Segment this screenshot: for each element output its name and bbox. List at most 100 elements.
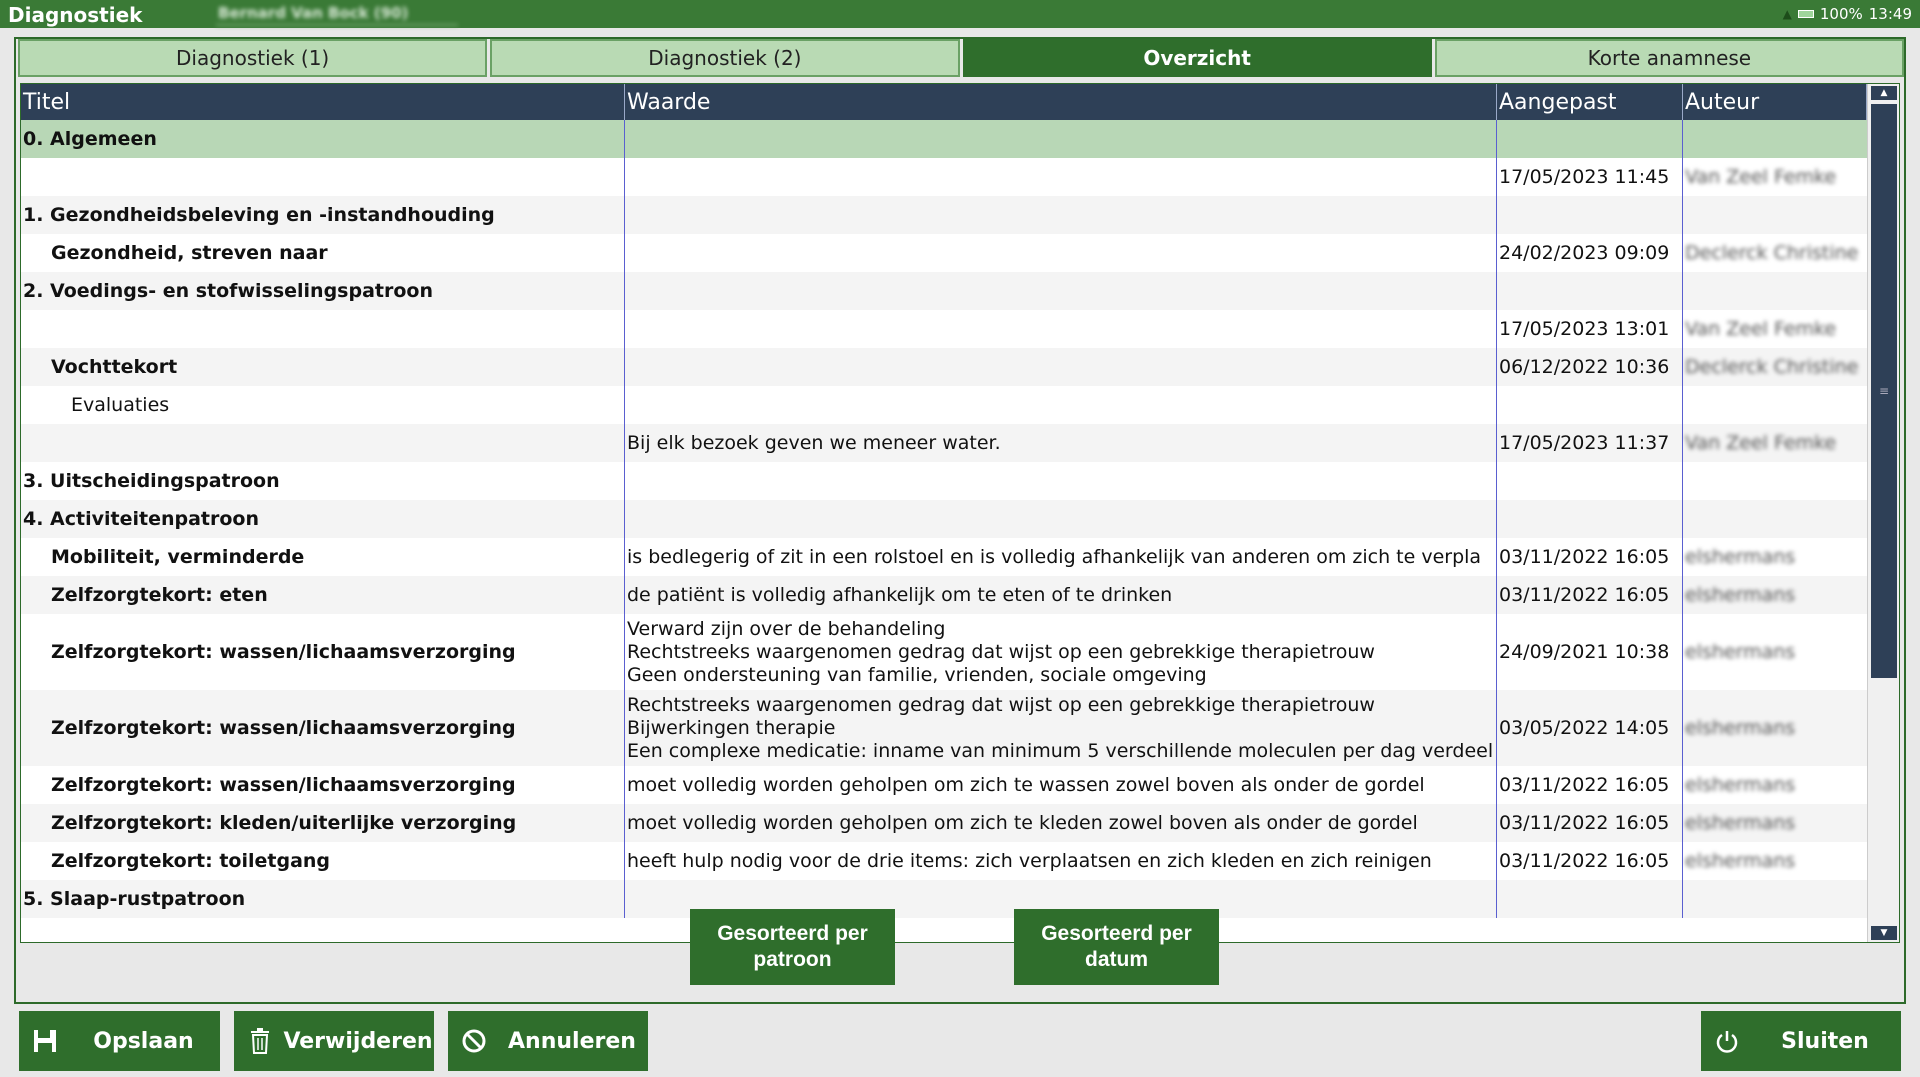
- cell-auteur: Van Zeel Femke: [1685, 318, 1837, 340]
- cell-auteur: elshermans: [1685, 812, 1796, 834]
- table-body: 0. Algemeen 17/05/2023 11:45 Van Zeel Fe…: [21, 120, 1867, 942]
- power-icon: [1705, 1028, 1749, 1054]
- cell-aangepast: 24/02/2023 09:09: [1497, 234, 1683, 272]
- cell-aangepast: [1497, 120, 1683, 158]
- sort-by-pattern-button[interactable]: Gesorteerd per patroon: [690, 909, 895, 985]
- tab-diagnostiek-1[interactable]: Diagnostiek (1): [18, 39, 488, 77]
- cell-waarde: [625, 120, 1497, 158]
- tab-overzicht[interactable]: Overzicht: [962, 39, 1432, 77]
- wifi-icon: ▲: [1782, 7, 1792, 21]
- scroll-down-icon[interactable]: ▼: [1871, 926, 1897, 940]
- table-row[interactable]: Vochttekort 06/12/2022 10:36 Declerck Ch…: [21, 348, 1867, 386]
- cell-auteur: [1683, 386, 1867, 424]
- scroll-thumb[interactable]: ≡: [1871, 104, 1897, 678]
- cell-aangepast: [1497, 196, 1683, 234]
- cell-waarde: [625, 462, 1497, 500]
- table-row[interactable]: Mobiliteit, verminderde is bedlegerig of…: [21, 538, 1867, 576]
- value-line: Geen ondersteuning van familie, vrienden…: [627, 663, 1207, 686]
- cell-auteur: elshermans: [1685, 546, 1796, 568]
- app-title: Diagnostiek: [8, 3, 143, 27]
- table-row[interactable]: 2. Voedings- en stofwisselingspatroon: [21, 272, 1867, 310]
- cell-auteur: elshermans: [1685, 774, 1796, 796]
- cell-titel: Zelfzorgtekort: kleden/uiterlijke verzor…: [21, 804, 625, 842]
- cell-titel: [21, 158, 625, 196]
- value-line: Een complexe medicatie: inname van minim…: [627, 739, 1494, 762]
- vertical-scrollbar[interactable]: ▲ ≡ ▼: [1867, 84, 1899, 942]
- table-row[interactable]: 17/05/2023 13:01 Van Zeel Femke: [21, 310, 1867, 348]
- cell-auteur: [1683, 120, 1867, 158]
- cell-auteur: Van Zeel Femke: [1685, 166, 1837, 188]
- cell-waarde: [625, 310, 1497, 348]
- title-bar: Diagnostiek Bernard Van Bock (90) ▲ 100%…: [0, 0, 1920, 28]
- patient-name[interactable]: Bernard Van Bock (90): [216, 4, 458, 26]
- tab-korte-anamnese[interactable]: Korte anamnese: [1434, 39, 1904, 77]
- main-panel: Diagnostiek (1) Diagnostiek (2) Overzich…: [14, 37, 1906, 1004]
- sort-pattern-line2: patroon: [753, 948, 832, 971]
- cell-titel: 4. Activiteitenpatroon: [21, 500, 625, 538]
- cell-titel: [21, 310, 625, 348]
- table-row[interactable]: Zelfzorgtekort: kleden/uiterlijke verzor…: [21, 804, 1867, 842]
- sort-by-date-button[interactable]: Gesorteerd per datum: [1014, 909, 1219, 985]
- cell-auteur: Declerck Christine: [1685, 356, 1859, 378]
- tab-diagnostiek-2[interactable]: Diagnostiek (2): [490, 39, 960, 77]
- cell-aangepast: [1497, 500, 1683, 538]
- value-line: Rechtstreeks waargenomen gedrag dat wijs…: [627, 693, 1375, 716]
- cell-waarde: moet volledig worden geholpen om zich te…: [625, 804, 1497, 842]
- sort-pattern-label: Gesorteerd per patroon: [717, 921, 868, 973]
- cell-aangepast: 17/05/2023 11:45: [1497, 158, 1683, 196]
- table-row[interactable]: 4. Activiteitenpatroon: [21, 500, 1867, 538]
- close-button[interactable]: Sluiten: [1701, 1011, 1901, 1071]
- scroll-up-icon[interactable]: ▲: [1871, 86, 1897, 100]
- cell-waarde: [625, 234, 1497, 272]
- cell-auteur: elshermans: [1685, 641, 1796, 663]
- table-row[interactable]: 5. Slaap-rustpatroon: [21, 880, 1867, 918]
- sort-date-line1: Gesorteerd per: [1041, 922, 1192, 945]
- cell-titel: Zelfzorgtekort: wassen/lichaamsverzorgin…: [21, 766, 625, 804]
- cell-aangepast: 24/09/2021 10:38: [1497, 614, 1683, 690]
- cell-titel: 0. Algemeen: [21, 120, 625, 158]
- cell-waarde: is bedlegerig of zit in een rolstoel en …: [625, 538, 1497, 576]
- trash-icon: [238, 1028, 282, 1054]
- table-row[interactable]: Evaluaties: [21, 386, 1867, 424]
- floppy-disk-icon: [23, 1028, 67, 1054]
- cancel-label: Annuleren: [508, 1028, 636, 1054]
- cell-waarde: Bij elk bezoek geven we meneer water.: [625, 424, 1497, 462]
- table-row[interactable]: Zelfzorgtekort: wassen/lichaamsverzorgin…: [21, 690, 1867, 766]
- column-header-aangepast[interactable]: Aangepast: [1497, 84, 1683, 120]
- battery-level: 100%: [1819, 5, 1863, 23]
- cell-aangepast: [1497, 462, 1683, 500]
- delete-button[interactable]: Verwijderen: [234, 1011, 434, 1071]
- table-row[interactable]: 1. Gezondheidsbeleving en -instandhoudin…: [21, 196, 1867, 234]
- cell-auteur: [1683, 500, 1867, 538]
- cell-auteur: [1683, 196, 1867, 234]
- cell-waarde: Rechtstreeks waargenomen gedrag dat wijs…: [625, 690, 1497, 766]
- table-row[interactable]: Zelfzorgtekort: eten de patiënt is volle…: [21, 576, 1867, 614]
- cell-aangepast: 03/05/2022 14:05: [1497, 690, 1683, 766]
- cell-auteur: elshermans: [1685, 717, 1796, 739]
- cell-titel: [21, 424, 625, 462]
- cancel-button[interactable]: Annuleren: [448, 1011, 648, 1071]
- table-row[interactable]: Zelfzorgtekort: wassen/lichaamsverzorgin…: [21, 614, 1867, 690]
- table-row[interactable]: Zelfzorgtekort: wassen/lichaamsverzorgin…: [21, 766, 1867, 804]
- cell-waarde: [625, 348, 1497, 386]
- table-row[interactable]: Gezondheid, streven naar 24/02/2023 09:0…: [21, 234, 1867, 272]
- cell-auteur: Van Zeel Femke: [1685, 432, 1837, 454]
- table-row[interactable]: 17/05/2023 11:45 Van Zeel Femke: [21, 158, 1867, 196]
- sort-date-line2: datum: [1085, 948, 1148, 971]
- cell-titel: Zelfzorgtekort: toiletgang: [21, 842, 625, 880]
- cell-titel: Zelfzorgtekort: wassen/lichaamsverzorgin…: [21, 614, 625, 690]
- table-row-group[interactable]: 0. Algemeen: [21, 120, 1867, 158]
- cell-aangepast: 03/11/2022 16:05: [1497, 804, 1683, 842]
- save-button[interactable]: Opslaan: [19, 1011, 220, 1071]
- cell-aangepast: [1497, 272, 1683, 310]
- table-row[interactable]: Zelfzorgtekort: toiletgang heeft hulp no…: [21, 842, 1867, 880]
- status-area: ▲ 100% 13:49: [1783, 5, 1912, 23]
- column-header-auteur[interactable]: Auteur: [1683, 84, 1867, 120]
- sort-pattern-line1: Gesorteerd per: [717, 922, 868, 945]
- table-row[interactable]: Bij elk bezoek geven we meneer water. 17…: [21, 424, 1867, 462]
- column-header-titel[interactable]: Titel: [21, 84, 625, 120]
- value-line: Rechtstreeks waargenomen gedrag dat wijs…: [627, 640, 1375, 663]
- cell-waarde: de patiënt is volledig afhankelijk om te…: [625, 576, 1497, 614]
- table-row[interactable]: 3. Uitscheidingspatroon: [21, 462, 1867, 500]
- column-header-waarde[interactable]: Waarde: [625, 84, 1497, 120]
